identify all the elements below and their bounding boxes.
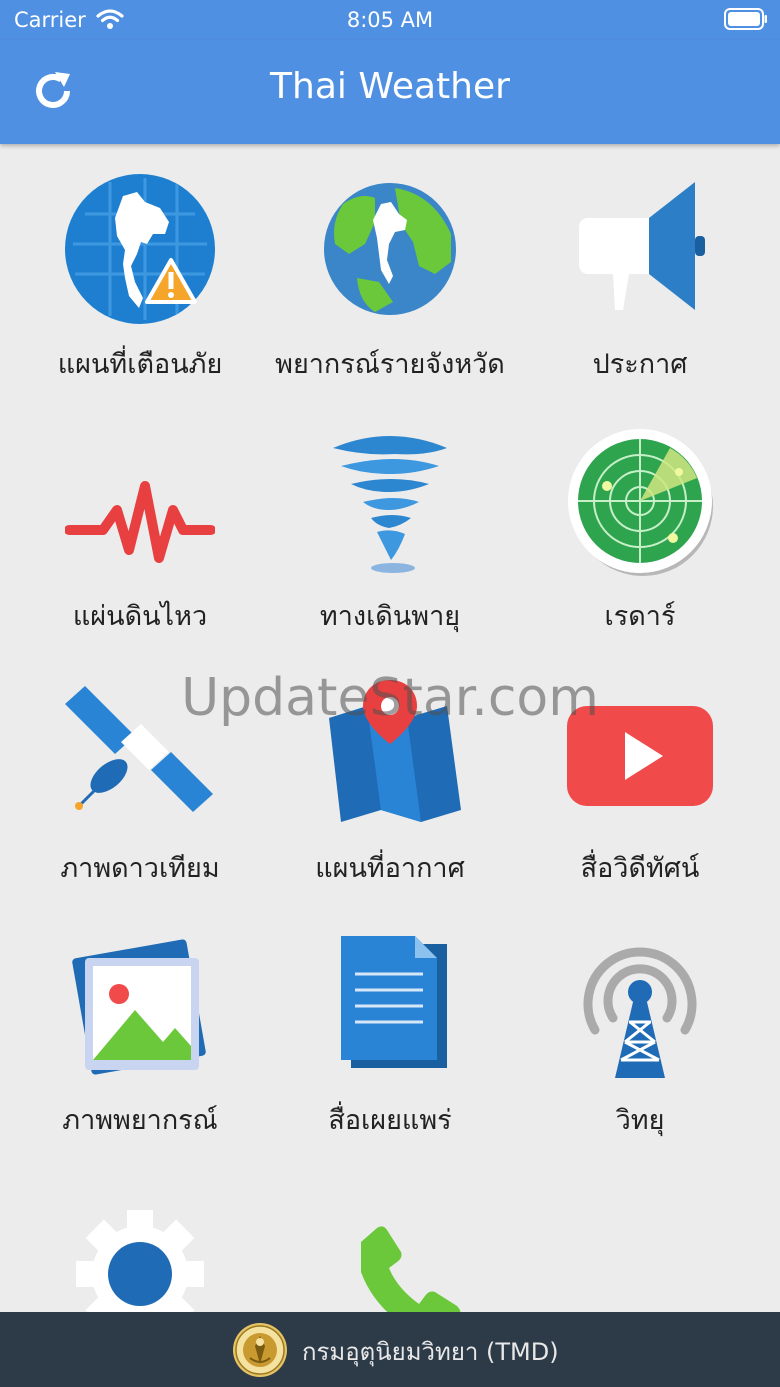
menu-item-label: พยากรณ์รายจังหวัด — [275, 349, 505, 380]
menu-item-weather-map[interactable]: แผนที่อากาศ — [260, 648, 520, 900]
menu-item-contact[interactable] — [260, 1152, 520, 1312]
menu-item-label: สื่อวิดีทัศน์ — [580, 853, 700, 884]
gear-icon — [76, 1210, 204, 1312]
menu-grid: แผนที่เตือนภัย พยากรณ์รายจังหวัด ประกาศ … — [0, 144, 780, 1312]
document-icon — [341, 936, 447, 1068]
radio-tower-icon — [583, 947, 697, 1078]
status-bar: Carrier 8:05 AM — [0, 0, 780, 40]
menu-item-forecast-image[interactable]: ภาพพยากรณ์ — [10, 900, 270, 1152]
tornado-icon — [333, 436, 447, 573]
menu-item-announcement[interactable]: ประกาศ — [510, 144, 770, 396]
footer: กรมอุตุนิยมวิทยา (TMD) — [0, 1312, 780, 1387]
tmd-seal-logo — [233, 1323, 287, 1377]
map-pin-icon — [329, 680, 461, 822]
menu-item-label: เรดาร์ — [604, 601, 676, 632]
menu-item-earthquake[interactable]: แผ่นดินไหว — [10, 396, 270, 648]
seismograph-icon — [65, 481, 215, 563]
menu-item-label: ภาพดาวเทียม — [60, 853, 220, 884]
thailand-warning-map-icon — [65, 174, 215, 324]
menu-item-label: แผนที่อากาศ — [315, 853, 465, 884]
nav-bar: Thai Weather — [0, 40, 780, 144]
battery-icon — [724, 8, 767, 30]
page-title: Thai Weather — [270, 66, 510, 107]
menu-item-video[interactable]: สื่อวิดีทัศน์ — [510, 648, 770, 900]
menu-item-storm-track[interactable]: ทางเดินพายุ — [260, 396, 520, 648]
menu-item-satellite[interactable]: ภาพดาวเทียม — [10, 648, 270, 900]
menu-item-label: แผ่นดินไหว — [72, 601, 208, 632]
organization-name: กรมอุตุนิยมวิทยา (TMD) — [302, 1338, 559, 1366]
menu-item-settings[interactable] — [10, 1152, 270, 1312]
menu-item-label: ภาพพยากรณ์ — [62, 1105, 218, 1136]
menu-item-warning-map[interactable]: แผนที่เตือนภัย — [10, 144, 270, 396]
radar-icon — [568, 429, 713, 576]
menu-item-radar[interactable]: เรดาร์ — [510, 396, 770, 648]
satellite-icon — [65, 686, 213, 812]
megaphone-icon — [579, 182, 705, 310]
menu-item-label: สื่อเผยแพร่ — [328, 1105, 452, 1136]
menu-item-label: วิทยุ — [615, 1105, 665, 1136]
globe-icon — [324, 183, 456, 315]
video-play-icon — [567, 706, 713, 806]
menu-item-label: ทางเดินพายุ — [319, 601, 461, 632]
menu-item-province-forecast[interactable]: พยากรณ์รายจังหวัด — [260, 144, 520, 396]
image-icon — [72, 939, 206, 1075]
phone-icon — [361, 1226, 461, 1312]
menu-item-label: ประกาศ — [592, 349, 688, 380]
status-time: 8:05 AM — [346, 8, 434, 32]
menu-item-publications[interactable]: สื่อเผยแพร่ — [260, 900, 520, 1152]
menu-item-label: แผนที่เตือนภัย — [57, 349, 223, 380]
menu-item-radio[interactable]: วิทยุ — [510, 900, 770, 1152]
